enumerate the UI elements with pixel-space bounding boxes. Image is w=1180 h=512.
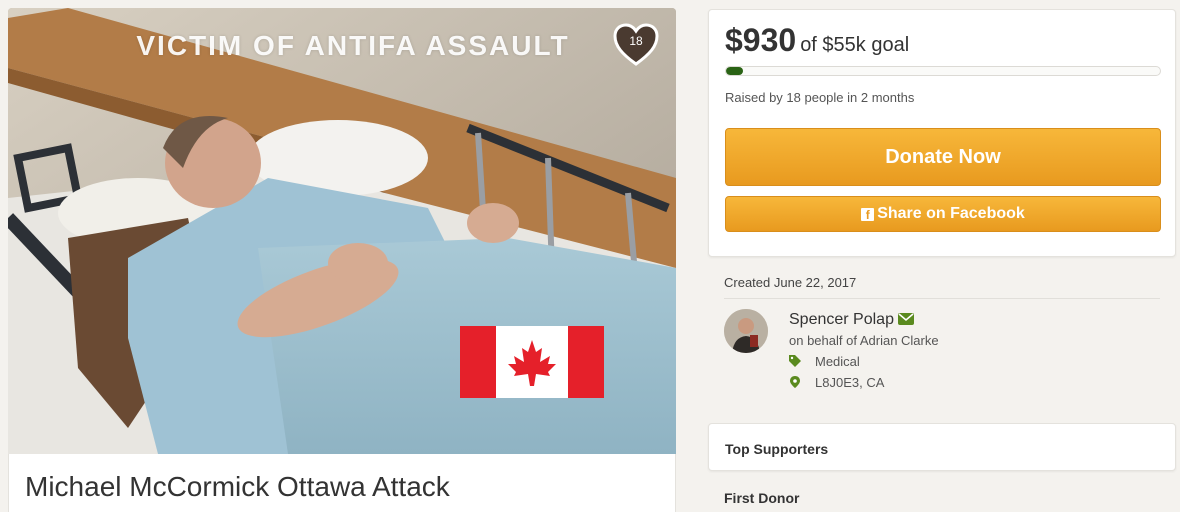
mail-icon[interactable]: [897, 313, 914, 325]
facebook-icon: f: [861, 208, 875, 222]
progress-bar-fill: [726, 67, 744, 75]
share-facebook-label: Share on Facebook: [877, 205, 1025, 222]
heart-count: 18: [629, 34, 643, 48]
top-supporters-heading: Top Supporters: [725, 441, 829, 457]
raised-by-text: Raised by 18 people in 2 months: [725, 90, 915, 105]
first-donor-heading: First Donor: [724, 490, 800, 506]
top-supporters-card[interactable]: Top Supporters: [708, 423, 1176, 471]
campaign-title-card: Michael McCormick Ottawa Attack: [8, 454, 676, 512]
organizer-avatar[interactable]: [724, 309, 768, 353]
avatar-photo: [724, 309, 768, 353]
tag-icon: [789, 355, 801, 367]
location-pin-icon: [790, 376, 800, 388]
category-text[interactable]: Medical: [815, 354, 860, 369]
raised-amount: $930: [725, 22, 797, 58]
share-facebook-button[interactable]: f Share on Facebook: [725, 196, 1161, 232]
goal-amount: of $55k goal: [800, 34, 910, 56]
divider: [724, 298, 1160, 299]
location-text: L8J0E3, CA: [815, 375, 885, 390]
donate-now-button[interactable]: Donate Now: [725, 128, 1161, 186]
on-behalf-of: on behalf of Adrian Clarke: [789, 333, 939, 348]
canada-flag-image: [460, 326, 604, 398]
raised-summary: $930 of $55k goal: [725, 22, 909, 59]
campaign-title: Michael McCormick Ottawa Attack: [25, 471, 450, 502]
created-date: Created June 22, 2017: [724, 275, 857, 290]
progress-bar: [725, 66, 1161, 76]
hero-caption-text: VICTIM OF ANTIFA ASSAULT: [136, 30, 570, 61]
campaign-hero-image: VICTIM OF ANTIFA ASSAULT 18: [8, 8, 676, 454]
donation-card: $930 of $55k goal Raised by 18 people in …: [708, 9, 1176, 257]
organizer-name[interactable]: Spencer Polap: [789, 311, 894, 328]
heart-button[interactable]: 18: [612, 22, 660, 68]
organizer-name-row: Spencer Polap: [789, 311, 914, 329]
